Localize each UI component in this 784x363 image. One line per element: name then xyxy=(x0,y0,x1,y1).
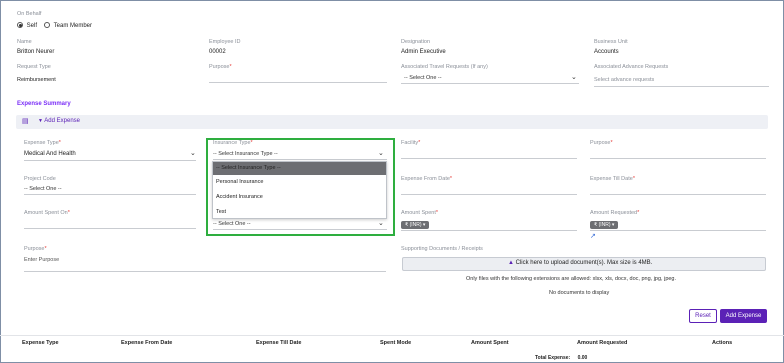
insurance-type-label: Insurance Type* xyxy=(213,140,253,146)
name-label: Name xyxy=(17,39,32,45)
on-behalf-self-option[interactable]: Self xyxy=(17,22,37,29)
docs-label: Supporting Documents / Receipts xyxy=(401,246,483,252)
project-code-select[interactable]: -- Select One -- xyxy=(24,186,62,192)
travel-requests-label: Associated Travel Requests (If any) xyxy=(401,64,488,70)
on-behalf-label: On Behalf xyxy=(17,11,42,17)
designation-value: Admin Executive xyxy=(401,49,446,55)
add-expense-label: Add Expense xyxy=(44,118,80,124)
no-docs-text: No documents to display xyxy=(549,290,610,296)
amount-requested-input[interactable] xyxy=(590,230,766,231)
from-date-label: Expense From Date* xyxy=(401,176,453,182)
purpose-input[interactable] xyxy=(590,158,766,159)
chevron-down-icon: ⌄ xyxy=(190,150,196,157)
advance-requests-label: Associated Advance Requests xyxy=(594,64,669,70)
project-code-label: Project Code xyxy=(24,176,56,182)
amount-spent-currency[interactable]: ₹ (INR) ▾ xyxy=(401,221,430,229)
purpose2-input[interactable]: Enter Purpose xyxy=(24,257,59,263)
upload-label: Click here to upload document(s). Max si… xyxy=(515,260,653,266)
caret-down-icon: ▾ xyxy=(422,222,426,228)
facility-input[interactable] xyxy=(401,158,577,159)
employee-id-value: 00002 xyxy=(209,49,226,55)
expense-type-select[interactable]: Medical And Health xyxy=(24,151,76,157)
caret-down-icon: ▾ xyxy=(611,222,615,228)
facility-label: Facility* xyxy=(401,140,421,146)
upload-icon: ▲ xyxy=(508,260,514,266)
self-label: Self xyxy=(26,22,38,29)
business-unit-value: Accounts xyxy=(594,49,619,55)
upload-button-content: ▲ Click here to upload document(s). Max … xyxy=(508,260,652,266)
team-member-label: Team Member xyxy=(53,22,93,29)
from-date-input[interactable] xyxy=(401,194,577,195)
th-spent-mode: Spent Mode xyxy=(380,340,412,346)
designation-label: Designation xyxy=(401,39,431,45)
th-amount-spent: Amount Spent xyxy=(471,340,509,346)
add-expense-toggle[interactable]: ▼ Add Expense xyxy=(38,118,80,124)
amount-requested-currency[interactable]: ₹ (INR) ▾ xyxy=(590,221,619,229)
add-expense-button[interactable]: Add Expense xyxy=(720,309,767,323)
table-divider xyxy=(0,335,784,336)
amount-spent-on-select[interactable]: -- Select One -- xyxy=(213,221,251,227)
receipt-icon: ▤ xyxy=(22,118,29,125)
request-type-value: Reimbursement xyxy=(17,77,56,83)
request-type-label: Request Type xyxy=(17,64,51,70)
amount-requested-label: Amount Requested* xyxy=(590,210,640,216)
travel-requests-select[interactable]: -- Select One -- xyxy=(404,75,442,81)
amount-spent-on-underline xyxy=(24,228,196,229)
on-behalf-team-option[interactable]: Team Member xyxy=(44,22,92,29)
expense-summary-title: Expense Summary xyxy=(17,101,71,107)
th-amount-requested: Amount Requested xyxy=(577,340,628,346)
dropdown-option[interactable]: -- Select Insurance Type -- xyxy=(213,162,386,175)
team-member-radio[interactable] xyxy=(44,22,50,28)
insurance-type-dropdown: -- Select Insurance Type -- Personal Ins… xyxy=(212,161,387,219)
chevron-down-icon: ⌄ xyxy=(571,74,577,81)
insurance-type-select[interactable]: -- Select Insurance Type -- xyxy=(213,151,278,157)
insurance-type-underline xyxy=(213,159,387,160)
th-expense-type: Expense Type xyxy=(22,340,59,346)
till-date-input[interactable] xyxy=(590,194,766,195)
request-purpose-label: Purpose* xyxy=(209,64,232,70)
chevron-down-icon: ⌄ xyxy=(378,220,384,227)
extensions-note: Only files with the following extensions… xyxy=(466,276,677,282)
expense-type-label: Expense Type* xyxy=(24,140,61,146)
travel-select-underline xyxy=(401,83,579,84)
business-unit-label: Business Unit xyxy=(594,39,628,45)
advance-select-underline xyxy=(594,86,769,87)
amount-spent-input[interactable] xyxy=(401,230,577,231)
advance-requests-select[interactable]: Select advance requests xyxy=(594,77,654,83)
purpose-label: Purpose* xyxy=(590,140,613,146)
dropdown-option[interactable]: Accident Insurance xyxy=(213,190,386,205)
add-expense-bar xyxy=(16,115,768,129)
name-value: Britton Neurer xyxy=(17,49,55,55)
th-actions: Actions xyxy=(712,340,733,346)
dropdown-option[interactable]: Test xyxy=(213,205,386,219)
external-link-icon[interactable]: ↗ xyxy=(590,232,596,240)
th-till-date: Expense Till Date xyxy=(256,340,302,346)
request-purpose-input[interactable] xyxy=(209,82,387,83)
self-radio[interactable] xyxy=(17,22,23,28)
project-code-underline xyxy=(24,194,196,195)
caret-down-icon: ▼ xyxy=(38,118,43,124)
reset-button[interactable]: Reset xyxy=(689,309,717,323)
purpose2-label: Purpose* xyxy=(24,246,47,252)
dropdown-option[interactable]: Personal Insurance xyxy=(213,175,386,190)
amount-spent-label: Amount Spent* xyxy=(401,210,438,216)
till-date-label: Expense Till Date* xyxy=(590,176,635,182)
th-from-date: Expense From Date xyxy=(121,340,173,346)
chevron-down-icon: ⌄ xyxy=(378,150,384,157)
employee-id-label: Employee ID xyxy=(209,39,241,45)
total-expense: Total Expense: 0.00 xyxy=(535,355,588,361)
expense-type-underline xyxy=(24,160,196,161)
spent-on-select-underline xyxy=(213,229,387,230)
purpose2-underline xyxy=(24,271,386,272)
amount-spent-on-label: Amount Spent On* xyxy=(24,210,70,216)
